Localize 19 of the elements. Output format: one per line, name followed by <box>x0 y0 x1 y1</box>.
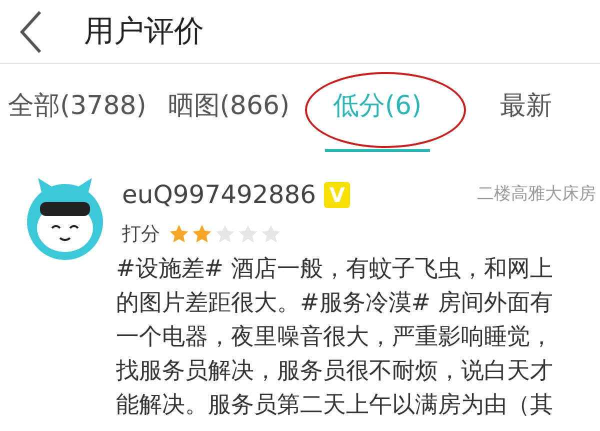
back-icon[interactable] <box>18 10 44 54</box>
vip-badge: V <box>324 182 350 208</box>
tab[interactable]: 晒图(866) <box>160 64 298 152</box>
tab[interactable]: 最新 <box>492 64 560 152</box>
star-icon <box>260 222 282 245</box>
review-text-line: 能解决。服务员第二天上午以满房为由（其 <box>116 391 554 420</box>
star-icon <box>191 222 213 245</box>
page-title: 用户评价 <box>84 13 204 51</box>
star-icon <box>214 222 236 245</box>
username: euQ997492886 <box>122 179 316 211</box>
review-text-line: #设施差# 酒店一般，有蚊子飞虫，和网上 <box>116 255 554 284</box>
tab[interactable]: 全部(3788) <box>0 64 154 152</box>
star-icon <box>237 222 259 245</box>
review-text-line: 的图片差距很大。#服务冷漠# 房间外面有 <box>116 289 554 318</box>
rating-label: 打分 <box>122 222 160 246</box>
star-icon <box>168 222 190 245</box>
review-text-line: 一个电器，夜里噪音很大，严重影响睡觉， <box>116 323 554 352</box>
review-text-line: 找服务员解决，服务员很不耐烦，说白天才 <box>116 357 554 386</box>
room-type: 二楼高雅大床房 <box>477 183 596 206</box>
